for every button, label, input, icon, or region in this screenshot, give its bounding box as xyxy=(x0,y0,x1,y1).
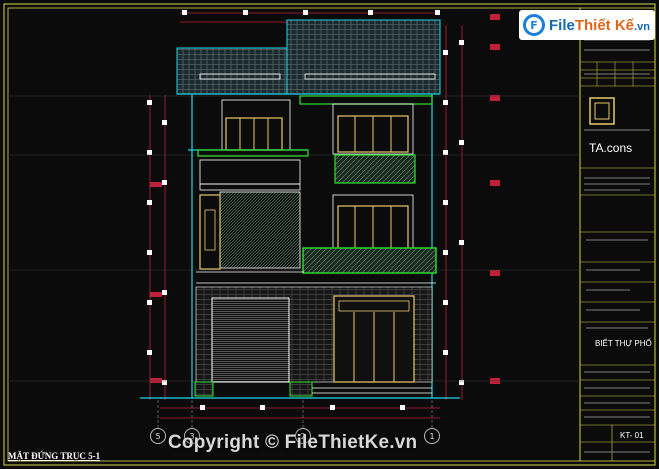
sheet-code: KT- 01 xyxy=(620,431,644,440)
logo-mark-icon: F xyxy=(523,14,545,36)
brand-name: TA.cons xyxy=(589,141,633,155)
copyright-watermark: Copyright © FileThietKe.vn xyxy=(168,432,418,453)
logo-suffix: .vn xyxy=(634,20,650,33)
axis-bubble: 1 xyxy=(424,428,440,444)
elevation-drawing xyxy=(3,3,656,466)
floor-1 xyxy=(194,286,433,397)
floor-3 xyxy=(197,95,433,157)
roof xyxy=(176,19,441,95)
logo-text: FileThiết Kế.vn xyxy=(549,17,650,34)
logo-text-main: File xyxy=(549,16,575,34)
site-logo[interactable]: F FileThiết Kế.vn xyxy=(519,10,655,40)
drawing-title: BIỂT THỰ PHỐ xyxy=(595,339,652,348)
floor-2 xyxy=(196,154,437,284)
brand-emblem-icon xyxy=(589,97,615,125)
logo-text-accent: Thiết Kế xyxy=(574,16,635,34)
title-block xyxy=(579,7,656,462)
drawing-caption: MẶT ĐỨNG TRỤC 5-1 xyxy=(8,451,101,461)
axis-bubble: 5 xyxy=(150,428,166,444)
